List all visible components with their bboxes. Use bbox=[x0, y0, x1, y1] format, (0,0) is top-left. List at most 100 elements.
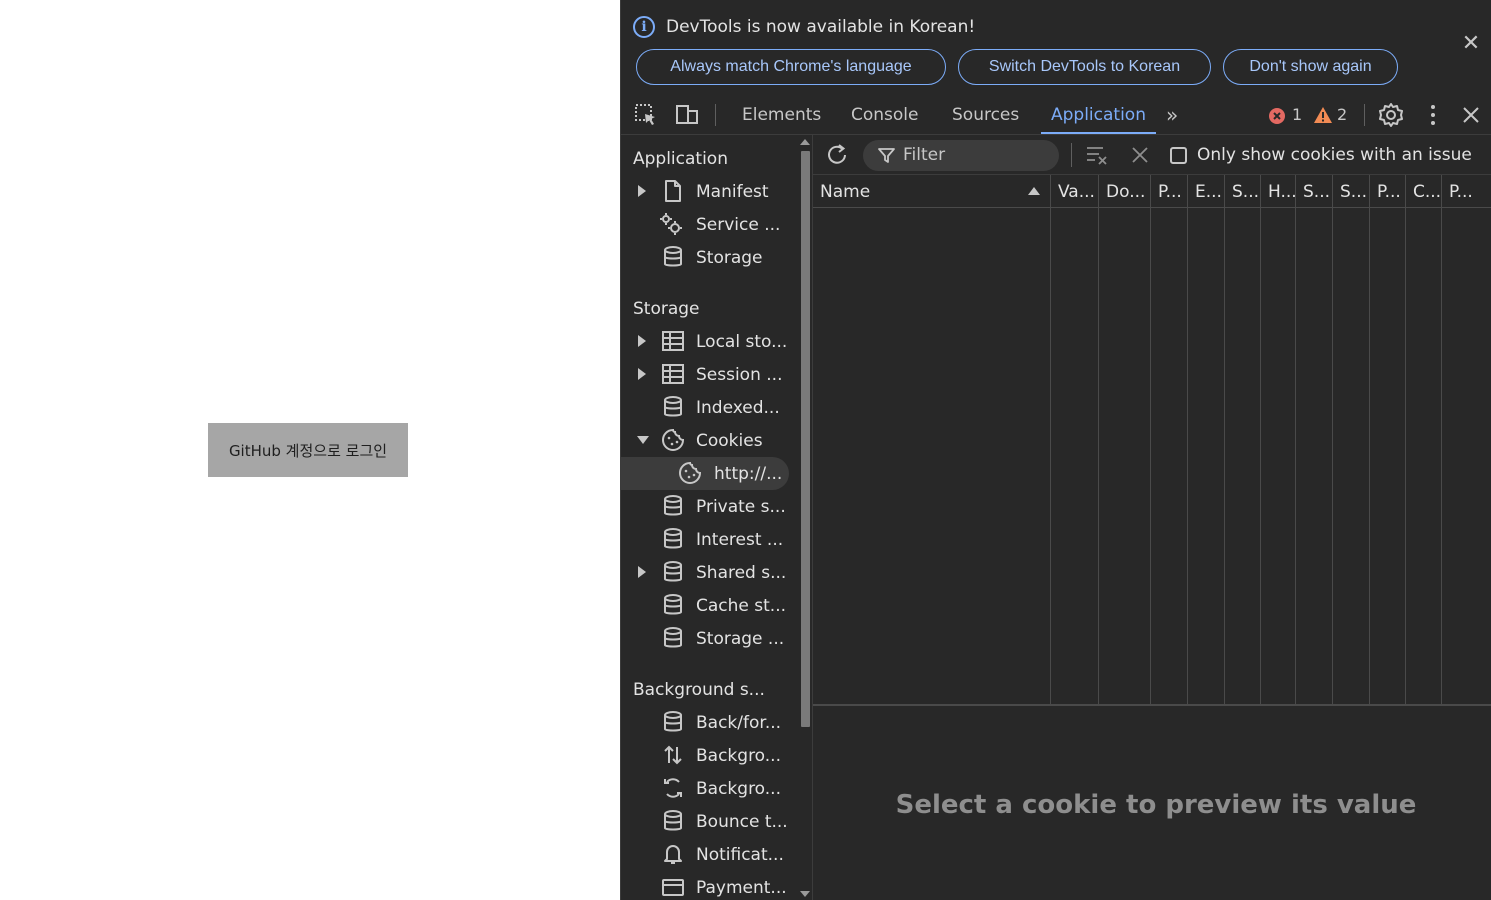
expand-arrow-icon[interactable] bbox=[638, 368, 646, 380]
tab-application[interactable]: Application bbox=[1041, 94, 1156, 134]
close-icon[interactable]: ✕ bbox=[1459, 32, 1483, 56]
expand-arrow-icon[interactable] bbox=[638, 566, 646, 578]
tab-elements[interactable]: Elements bbox=[742, 94, 821, 134]
sidebar-item-label: Backgro... bbox=[696, 778, 781, 799]
column-header-name[interactable]: Name bbox=[813, 175, 1050, 208]
sidebar-item-label: Cookies bbox=[696, 430, 763, 451]
scroll-up-arrow-icon[interactable] bbox=[800, 139, 810, 145]
column-header-httponly[interactable]: H... bbox=[1261, 175, 1295, 208]
column-header-priority[interactable]: P... bbox=[1442, 175, 1491, 208]
column-divider[interactable] bbox=[1098, 175, 1099, 706]
warning-count[interactable]: 2 bbox=[1337, 94, 1347, 134]
github-login-button[interactable]: GitHub 계정으로 로그인 bbox=[208, 423, 408, 477]
sidebar-item-label: Local sto... bbox=[696, 331, 788, 352]
inspect-element-icon[interactable] bbox=[633, 102, 659, 128]
column-header-value[interactable]: Va... bbox=[1051, 175, 1098, 208]
refresh-icon[interactable] bbox=[825, 143, 849, 167]
more-options-icon[interactable] bbox=[1420, 102, 1446, 128]
filter-box[interactable] bbox=[863, 140, 1059, 171]
sidebar-item-notifications[interactable]: Notificat... bbox=[621, 838, 789, 871]
language-infobar: i DevTools is now available in Korean! ✕… bbox=[621, 0, 1491, 94]
sort-ascending-icon bbox=[1028, 187, 1040, 195]
column-divider[interactable] bbox=[1224, 175, 1225, 706]
database-icon bbox=[664, 396, 682, 417]
column-header-samesite[interactable]: S... bbox=[1333, 175, 1369, 208]
column-header-size[interactable]: S... bbox=[1225, 175, 1260, 208]
sidebar-item-cookies[interactable]: Cookies bbox=[621, 424, 789, 457]
column-divider[interactable] bbox=[1441, 175, 1442, 706]
column-header-partition-key[interactable]: P... bbox=[1370, 175, 1405, 208]
column-header-domain[interactable]: Do... bbox=[1099, 175, 1150, 208]
cookie-icon bbox=[662, 428, 685, 451]
sidebar-item-private-state-tokens[interactable]: Private s... bbox=[621, 490, 789, 523]
scroll-down-arrow-icon[interactable] bbox=[800, 891, 810, 897]
sidebar-scrollbar[interactable] bbox=[797, 135, 811, 900]
column-header-path[interactable]: P... bbox=[1151, 175, 1187, 208]
only-issues-checkbox[interactable] bbox=[1170, 147, 1187, 164]
sidebar-item-background-sync[interactable]: Backgro... bbox=[621, 772, 789, 805]
sidebar-item-shared-storage[interactable]: Shared s... bbox=[621, 556, 789, 589]
column-divider[interactable] bbox=[1150, 175, 1151, 706]
database-icon bbox=[664, 246, 682, 267]
sidebar-item-background-fetch[interactable]: Backgro... bbox=[621, 739, 789, 772]
column-divider[interactable] bbox=[1405, 175, 1406, 706]
delete-selected-icon[interactable] bbox=[1130, 145, 1150, 165]
tab-sources[interactable]: Sources bbox=[952, 94, 1019, 134]
cookies-table: Name Va... Do... P... E... S... H... S..… bbox=[813, 175, 1491, 706]
application-sidebar: Application Manifest Service ... Storage… bbox=[621, 135, 813, 900]
error-count[interactable]: 1 bbox=[1292, 94, 1302, 134]
toolbar-divider bbox=[1071, 143, 1072, 167]
always-match-language-button[interactable]: Always match Chrome's language bbox=[636, 49, 946, 85]
table-header-row: Name Va... Do... P... E... S... H... S..… bbox=[813, 175, 1491, 208]
column-divider[interactable] bbox=[1050, 175, 1051, 706]
sidebar-item-bounce-tracking[interactable]: Bounce t... bbox=[621, 805, 789, 838]
sidebar-item-manifest[interactable]: Manifest bbox=[621, 175, 789, 208]
dont-show-again-button[interactable]: Don't show again bbox=[1223, 49, 1398, 85]
toolbar-divider bbox=[1364, 104, 1365, 126]
close-devtools-icon[interactable] bbox=[1458, 102, 1484, 128]
sidebar-item-payment-handler[interactable]: Payment... bbox=[621, 871, 789, 900]
sidebar-item-session-storage[interactable]: Session ... bbox=[621, 358, 789, 391]
sidebar-item-interest-groups[interactable]: Interest ... bbox=[621, 523, 789, 556]
tab-console[interactable]: Console bbox=[851, 94, 919, 134]
column-divider[interactable] bbox=[1260, 175, 1261, 706]
section-storage: Storage bbox=[633, 299, 700, 319]
sidebar-item-indexeddb[interactable]: Indexed... bbox=[621, 391, 789, 424]
cookie-icon bbox=[679, 461, 702, 484]
column-header-cross-site[interactable]: C... bbox=[1406, 175, 1441, 208]
page-viewport: GitHub 계정으로 로그인 bbox=[0, 0, 620, 900]
sidebar-item-label: Storage bbox=[696, 247, 763, 268]
expand-arrow-icon[interactable] bbox=[638, 335, 646, 347]
settings-gear-icon[interactable] bbox=[1378, 102, 1404, 128]
sidebar-item-storage-buckets[interactable]: Storage ... bbox=[621, 622, 789, 655]
column-header-expires[interactable]: E... bbox=[1188, 175, 1224, 208]
column-divider[interactable] bbox=[1295, 175, 1296, 706]
sidebar-item-cookie-origin[interactable]: http://... bbox=[621, 457, 789, 490]
sidebar-item-label: Back/for... bbox=[696, 712, 782, 733]
column-divider[interactable] bbox=[1187, 175, 1188, 706]
sidebar-item-local-storage[interactable]: Local sto... bbox=[621, 325, 789, 358]
column-divider[interactable] bbox=[1332, 175, 1333, 706]
sidebar-item-cache-storage[interactable]: Cache st... bbox=[621, 589, 789, 622]
database-icon bbox=[664, 627, 682, 648]
filter-input[interactable] bbox=[903, 144, 1053, 166]
scrollbar-thumb[interactable] bbox=[801, 151, 810, 727]
infobar-message: DevTools is now available in Korean! bbox=[666, 17, 976, 37]
column-header-secure[interactable]: S... bbox=[1296, 175, 1332, 208]
document-icon bbox=[665, 180, 681, 202]
sidebar-item-service-workers[interactable]: Service ... bbox=[621, 208, 789, 241]
database-icon bbox=[664, 810, 682, 831]
column-divider[interactable] bbox=[1369, 175, 1370, 706]
sidebar-item-label: Payment... bbox=[696, 877, 787, 898]
clear-all-icon[interactable] bbox=[1085, 143, 1109, 167]
sidebar-item-label: Private s... bbox=[696, 496, 786, 517]
preview-empty-message: Select a cookie to preview its value bbox=[895, 790, 1417, 820]
warning-icon bbox=[1314, 107, 1332, 123]
sidebar-item-back-forward-cache[interactable]: Back/for... bbox=[621, 706, 789, 739]
collapse-arrow-icon[interactable] bbox=[637, 436, 649, 444]
switch-to-korean-button[interactable]: Switch DevTools to Korean bbox=[958, 49, 1211, 85]
expand-arrow-icon[interactable] bbox=[638, 185, 646, 197]
device-toolbar-icon[interactable] bbox=[674, 102, 700, 128]
sidebar-item-storage-overview[interactable]: Storage bbox=[621, 241, 789, 274]
more-tabs-chevron-icon[interactable]: » bbox=[1166, 94, 1178, 134]
